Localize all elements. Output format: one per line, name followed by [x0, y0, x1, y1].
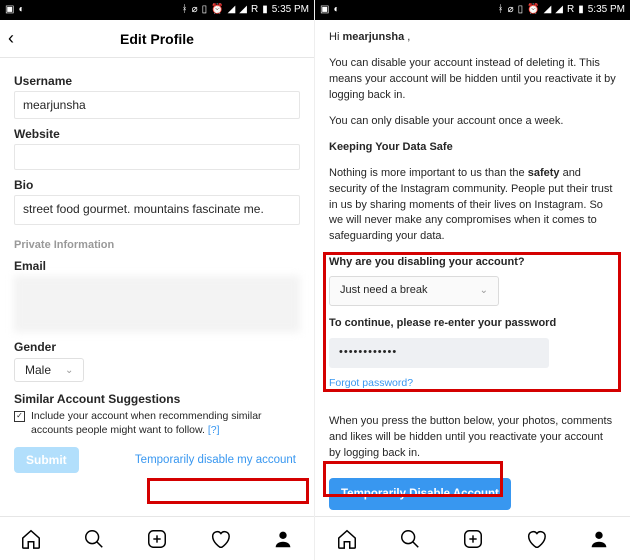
phone-edit-profile: ▣ ◐ ᚼ ⌀ ▯ ⏰ ◢ ◢ R ▮ 5:35 PM ‹ Edit Profi…: [0, 0, 315, 560]
vibrate-icon: ▯: [518, 5, 524, 15]
reason-label: Why are you disabling your account?: [329, 255, 616, 271]
reason-value: Just need a break: [340, 283, 427, 299]
signal-icon: ◢: [228, 5, 236, 15]
website-label: Website: [14, 127, 300, 141]
bluetooth-icon: ᚼ: [182, 5, 188, 15]
gender-select[interactable]: Male ⌄: [14, 358, 84, 382]
search-icon[interactable]: [399, 528, 421, 550]
username-input[interactable]: mearjunsha: [14, 91, 300, 119]
forgot-password-link[interactable]: Forgot password?: [329, 376, 413, 391]
temporarily-disable-link[interactable]: Temporarily disable my account: [131, 451, 300, 469]
gender-value: Male: [25, 363, 51, 377]
password-input[interactable]: ••••••••••••: [329, 338, 549, 368]
bluetooth-icon: ᚼ: [498, 5, 504, 15]
profile-icon[interactable]: [588, 528, 610, 550]
heading-data-safe: Keeping Your Data Safe: [329, 140, 616, 156]
net-label: R: [251, 5, 258, 15]
pic-icon: ▣: [5, 5, 14, 15]
profile-icon[interactable]: [272, 528, 294, 550]
chevron-down-icon: ⌄: [65, 365, 73, 376]
disable-form: Why are you disabling your account? Just…: [329, 255, 616, 392]
alarm-icon: ⏰: [211, 5, 223, 15]
nfc-icon: ⌀: [508, 5, 514, 15]
bio-label: Bio: [14, 178, 300, 192]
suggest-text: Include your account when recommending s…: [31, 410, 300, 437]
clock: 5:35 PM: [272, 5, 309, 15]
pic-icon: ▣: [320, 5, 329, 15]
bottom-nav: [0, 516, 314, 560]
heart-icon[interactable]: [525, 528, 547, 550]
edit-profile-form: Username mearjunsha Website Bio street f…: [0, 58, 314, 516]
search-icon[interactable]: [83, 528, 105, 550]
alarm-icon: ⏰: [527, 5, 539, 15]
status-bar: ▣ ◐ ᚼ ⌀ ▯ ⏰ ◢ ◢ R ▮ 5:35 PM: [315, 0, 630, 20]
para-confirm: When you press the button below, your ph…: [329, 414, 616, 462]
chevron-down-icon: ⌄: [480, 284, 488, 299]
add-icon[interactable]: [146, 528, 168, 550]
email-input-blurred[interactable]: [14, 276, 300, 332]
signal-icon: ◢: [544, 5, 552, 15]
signal2-icon: ◢: [555, 5, 563, 15]
email-label: Email: [14, 259, 300, 273]
header: ‹ Edit Profile: [0, 20, 314, 58]
suggest-checkbox[interactable]: ✓: [14, 411, 25, 422]
para-info-1: You can disable your account instead of …: [329, 56, 616, 104]
back-button[interactable]: ‹: [8, 28, 14, 49]
private-info-heading: Private Information: [14, 239, 300, 251]
disable-account-button[interactable]: Temporarily Disable Account: [329, 478, 511, 511]
signal2-icon: ◢: [239, 5, 247, 15]
page-title: Edit Profile: [120, 31, 194, 47]
cloud-icon: ◐: [333, 5, 339, 15]
cloud-icon: ◐: [18, 5, 24, 15]
reason-select[interactable]: Just need a break ⌄: [329, 276, 499, 306]
add-icon[interactable]: [462, 528, 484, 550]
bottom-nav: [315, 516, 630, 560]
submit-button[interactable]: Submit: [14, 447, 79, 473]
battery-icon: ▮: [262, 5, 268, 15]
bio-input[interactable]: street food gourmet. mountains fascinate…: [14, 195, 300, 225]
nfc-icon: ⌀: [192, 5, 198, 15]
vibrate-icon: ▯: [202, 5, 208, 15]
home-icon[interactable]: [336, 528, 358, 550]
para-info-2: You can only disable your account once a…: [329, 114, 616, 130]
battery-icon: ▮: [578, 5, 584, 15]
home-icon[interactable]: [20, 528, 42, 550]
username-label: Username: [14, 74, 300, 88]
net-label: R: [567, 5, 574, 15]
greeting: Hi mearjunsha ,: [329, 30, 616, 46]
password-label: To continue, please re-enter your passwo…: [329, 316, 616, 332]
clock: 5:35 PM: [588, 5, 625, 15]
website-input[interactable]: [14, 144, 300, 170]
gender-label: Gender: [14, 340, 300, 354]
heart-icon[interactable]: [209, 528, 231, 550]
para-data-safe: Nothing is more important to us than the…: [329, 166, 616, 246]
status-bar: ▣ ◐ ᚼ ⌀ ▯ ⏰ ◢ ◢ R ▮ 5:35 PM: [0, 0, 314, 20]
disable-account-page: Hi mearjunsha , You can disable your acc…: [315, 20, 630, 516]
suggest-help-link[interactable]: [?]: [208, 424, 220, 436]
suggest-heading: Similar Account Suggestions: [14, 392, 300, 406]
phone-disable-account: ▣ ◐ ᚼ ⌀ ▯ ⏰ ◢ ◢ R ▮ 5:35 PM Hi mearjunsh…: [315, 0, 630, 560]
